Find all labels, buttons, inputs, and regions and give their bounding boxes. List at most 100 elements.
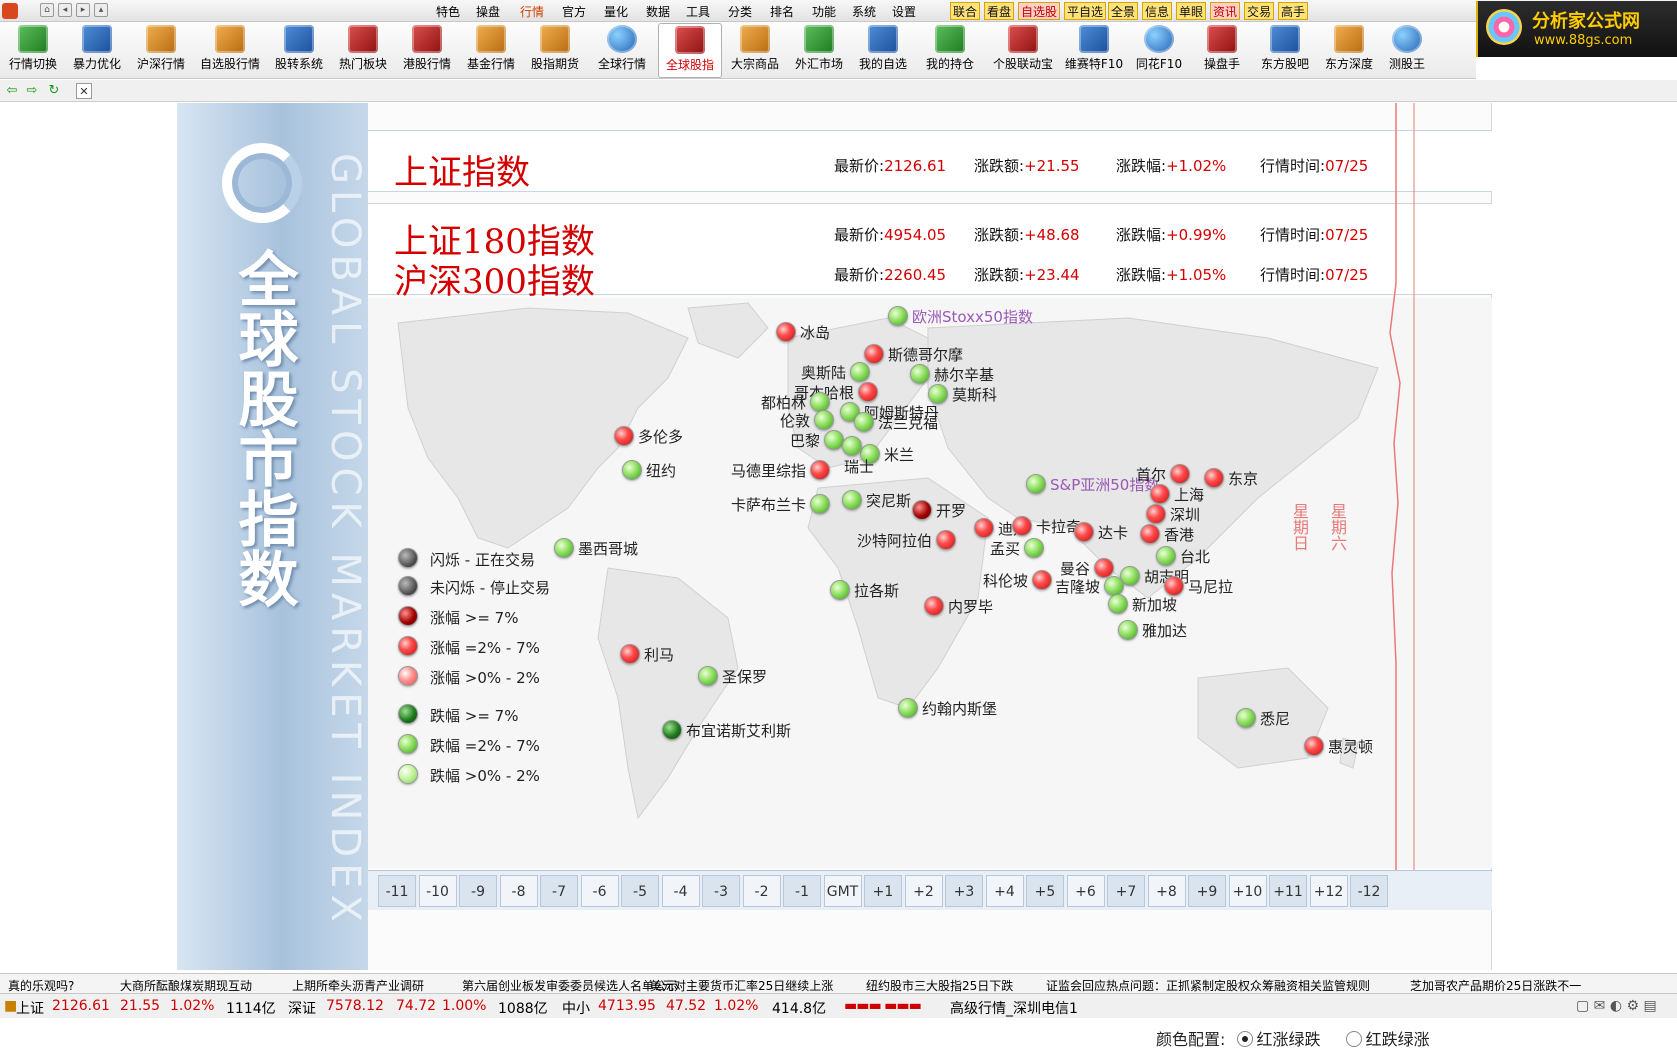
city-label[interactable]: 布宜诺斯艾利斯	[686, 720, 791, 741]
city-label[interactable]: 约翰内斯堡	[922, 698, 997, 719]
city-marker[interactable]	[810, 460, 830, 480]
city-marker[interactable]	[1108, 594, 1128, 614]
menu-tag[interactable]: 联合	[950, 2, 981, 20]
city-marker[interactable]	[888, 306, 908, 326]
radio-red-down-label[interactable]: 红跌绿涨	[1366, 1030, 1430, 1049]
timezone-cell[interactable]: -11	[378, 875, 416, 907]
city-label[interactable]: 法兰克福	[878, 412, 938, 433]
city-marker[interactable]	[1236, 708, 1256, 728]
city-marker[interactable]	[1074, 522, 1094, 542]
timezone-cell[interactable]: +11	[1269, 875, 1307, 907]
timezone-cell[interactable]: +5	[1026, 875, 1064, 907]
city-label[interactable]: 墨西哥城	[578, 538, 638, 559]
city-marker[interactable]	[898, 698, 918, 718]
city-label[interactable]: 雅加达	[1142, 620, 1187, 641]
city-marker[interactable]	[924, 596, 944, 616]
city-marker[interactable]	[1170, 464, 1190, 484]
menu-item[interactable]: 特色	[436, 3, 460, 20]
city-marker[interactable]	[810, 392, 830, 412]
forward-icon[interactable]: ▸	[76, 3, 90, 17]
forward-arrow-icon[interactable]: ⇨	[24, 83, 40, 99]
city-label[interactable]: 突尼斯	[866, 490, 911, 511]
toolbar-button[interactable]: 股转系统	[268, 23, 330, 78]
city-marker[interactable]	[936, 530, 956, 550]
city-label[interactable]: 伦敦	[780, 410, 810, 431]
city-marker[interactable]	[620, 644, 640, 664]
back-icon[interactable]: ◂	[58, 3, 72, 17]
city-label[interactable]: 欧洲Stoxx50指数	[912, 306, 1033, 327]
city-label[interactable]: 科伦坡	[983, 570, 1028, 591]
toolbar-button[interactable]: 暴力优化	[66, 23, 128, 78]
menu-tag[interactable]: 平自选	[1064, 2, 1107, 20]
city-marker[interactable]	[910, 364, 930, 384]
city-marker[interactable]	[1156, 546, 1176, 566]
toolbar-button[interactable]: 我的自选	[852, 23, 914, 78]
toolbar-button[interactable]: 全球行情	[588, 23, 656, 78]
news-item[interactable]: 真的乐观吗?	[8, 977, 74, 993]
timezone-cell[interactable]: +10	[1228, 875, 1267, 907]
city-marker[interactable]	[1164, 576, 1184, 596]
timezone-cell[interactable]: +6	[1066, 875, 1105, 907]
city-label[interactable]: 上海	[1174, 484, 1204, 505]
city-label[interactable]: 沙特阿拉伯	[857, 530, 932, 551]
home-icon[interactable]: ⌂	[40, 3, 54, 17]
city-label[interactable]: 莫斯科	[952, 384, 997, 405]
news-item[interactable]: 纽约股市三大股指25日下跌	[866, 977, 1013, 993]
radio-red-up-label[interactable]: 红涨绿跌	[1257, 1030, 1321, 1049]
menu-item[interactable]: 行情	[520, 3, 544, 20]
toolbar-button[interactable]: 测股王	[1382, 23, 1432, 78]
city-marker[interactable]	[854, 412, 874, 432]
toolbar-button[interactable]: 股指期货	[524, 23, 586, 78]
city-label[interactable]: 台北	[1180, 546, 1210, 567]
city-label[interactable]: 卡萨布兰卡	[731, 494, 806, 515]
city-marker[interactable]	[698, 666, 718, 686]
menu-item[interactable]: 排名	[770, 3, 794, 20]
city-label[interactable]: 吉隆坡	[1055, 576, 1100, 597]
city-marker[interactable]	[850, 362, 870, 382]
menu-item[interactable]: 分类	[728, 3, 752, 20]
news-item[interactable]: 美元对主要货币汇率25日继续上涨	[650, 977, 833, 993]
city-marker[interactable]	[830, 580, 850, 600]
timezone-cell[interactable]: -8	[499, 875, 538, 907]
menu-item[interactable]: 数据	[646, 3, 670, 20]
city-label[interactable]: 赫尔辛基	[934, 364, 994, 385]
city-marker[interactable]	[928, 384, 948, 404]
radio-red-down[interactable]	[1345, 1031, 1362, 1047]
timezone-cell[interactable]: -1	[783, 875, 821, 907]
menu-tag[interactable]: 自选股	[1018, 2, 1061, 20]
up-icon[interactable]: ▴	[94, 3, 108, 17]
refresh-icon[interactable]: ↻	[46, 83, 62, 99]
timezone-cell[interactable]: GMT	[823, 875, 862, 907]
city-label[interactable]: 拉各斯	[854, 580, 899, 601]
city-marker[interactable]	[1026, 474, 1046, 494]
city-marker[interactable]	[814, 410, 834, 430]
timezone-cell[interactable]: -3	[702, 875, 740, 907]
city-label[interactable]: 瑞士	[844, 456, 874, 477]
toolbar-button[interactable]: 东方股吧	[1254, 23, 1316, 78]
city-marker[interactable]	[662, 720, 682, 740]
city-marker[interactable]	[864, 344, 884, 364]
timezone-cell[interactable]: -9	[459, 875, 497, 907]
city-label[interactable]: 米兰	[884, 444, 914, 465]
city-label[interactable]: 斯德哥尔摩	[888, 344, 963, 365]
toolbar-button[interactable]: 同花F10	[1128, 23, 1190, 78]
city-label[interactable]: 悉尼	[1260, 708, 1290, 729]
timezone-cell[interactable]: -6	[580, 875, 619, 907]
menu-item[interactable]: 设置	[892, 3, 916, 20]
timezone-cell[interactable]: +1	[864, 875, 902, 907]
toolbar-button[interactable]: 外汇市场	[788, 23, 850, 78]
city-marker[interactable]	[1094, 558, 1114, 578]
city-marker[interactable]	[1118, 620, 1138, 640]
news-item[interactable]: 芝加哥农产品期价25日涨跌不一	[1410, 977, 1581, 993]
city-marker[interactable]	[1150, 484, 1170, 504]
timezone-cell[interactable]: -7	[540, 875, 578, 907]
city-label[interactable]: 马德里综指	[731, 460, 806, 481]
city-label[interactable]: 新加坡	[1132, 594, 1177, 615]
city-marker[interactable]	[858, 382, 878, 402]
toolbar-button[interactable]: 行情切换	[2, 23, 64, 78]
timezone-cell[interactable]: -5	[621, 875, 659, 907]
news-item[interactable]: 第六届创业板发审委委员候选人名单公示	[462, 977, 678, 993]
news-item[interactable]: 上期所牵头沥青产业调研	[292, 977, 424, 993]
toolbar-button[interactable]: 东方深度	[1318, 23, 1380, 78]
status-tray-icons[interactable]: ▢ ✉ ◐ ⚙ ▤	[1576, 998, 1657, 1014]
